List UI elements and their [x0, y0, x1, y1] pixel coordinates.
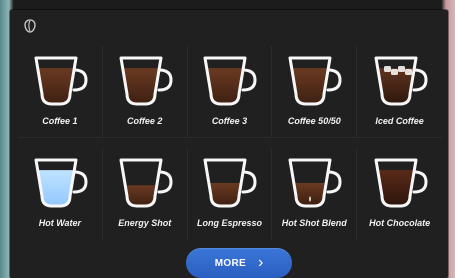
drink-label: Energy Shot	[118, 218, 172, 228]
drink-label: Coffee 2	[127, 116, 163, 126]
more-button[interactable]: MORE ›	[186, 248, 292, 278]
cup-icon	[203, 158, 257, 208]
drink-label: Hot Water	[38, 218, 82, 228]
chevron-right-icon: ›	[257, 254, 264, 271]
drink-tile[interactable]: Energy Shot	[103, 148, 188, 240]
drink-label: Coffee 50/50	[287, 116, 341, 126]
drink-grid: Coffee 1 Coffee 2 Coffee 3 Coffee 50/50 …	[18, 46, 442, 240]
more-label: MORE	[214, 257, 246, 269]
cup-icon	[34, 158, 88, 208]
cup-icon	[119, 56, 173, 106]
cup-handle	[241, 170, 257, 194]
cup-handle	[326, 170, 342, 194]
drink-label: Hot Chocolate	[369, 218, 431, 228]
cup-icon	[34, 56, 88, 106]
cup-handle	[412, 170, 428, 194]
drink-label: Long Espresso	[196, 218, 262, 228]
cup-icon	[119, 158, 173, 208]
drink-tile[interactable]: Hot Water	[18, 148, 103, 240]
cup-icon	[374, 158, 428, 208]
cup-icon	[374, 56, 428, 106]
drink-label: Coffee 3	[211, 116, 248, 126]
cup-handle	[72, 68, 88, 92]
cup-icon	[203, 56, 257, 106]
cup-icon	[288, 158, 342, 208]
cup-handle	[241, 68, 257, 92]
drink-tile[interactable]: Iced Coffee	[357, 46, 442, 138]
drink-tile[interactable]: Coffee 3	[187, 46, 273, 138]
cup-handle	[326, 68, 342, 92]
drink-tile[interactable]: Hot Shot Blend	[272, 148, 358, 240]
drink-label: Hot Shot Blend	[281, 218, 347, 228]
drink-tile[interactable]: Coffee 1	[18, 46, 103, 138]
drink-label: Coffee 1	[42, 116, 78, 126]
cup-handle	[72, 170, 88, 194]
vending-screen: Coffee 1 Coffee 2 Coffee 3 Coffee 50/50 …	[10, 10, 448, 278]
drink-tile[interactable]: Coffee 2	[102, 46, 188, 138]
drink-tile[interactable]: Coffee 50/50	[272, 46, 358, 138]
drink-tile[interactable]: Hot Chocolate	[357, 148, 442, 240]
drink-tile[interactable]: Long Espresso	[188, 148, 273, 240]
cup-handle	[157, 68, 173, 92]
cup-handle	[157, 170, 173, 194]
drink-label: Iced Coffee	[375, 116, 424, 126]
cup-handle	[412, 68, 428, 92]
cup-icon	[288, 56, 342, 106]
coffee-bean-icon[interactable]	[22, 18, 38, 34]
